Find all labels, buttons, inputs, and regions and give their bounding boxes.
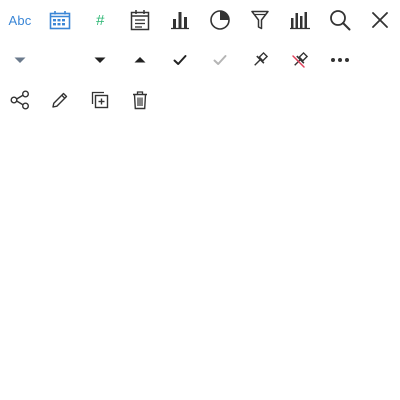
- delete-icon[interactable]: [120, 80, 160, 120]
- caret-up-icon[interactable]: [120, 40, 160, 80]
- share-icon[interactable]: [0, 80, 40, 120]
- close-icon[interactable]: [360, 0, 400, 40]
- edit-icon[interactable]: [40, 80, 80, 120]
- search-icon[interactable]: [320, 0, 360, 40]
- histogram-icon[interactable]: [280, 0, 320, 40]
- duplicate-icon[interactable]: [80, 80, 120, 120]
- text-type-label: Abc: [8, 12, 32, 28]
- icon-sheet: Abc #: [0, 0, 400, 120]
- number-type-label: #: [95, 11, 105, 29]
- caret-down-muted-icon[interactable]: [0, 40, 40, 80]
- checkmark-disabled-icon: [200, 40, 240, 80]
- date-type-icon[interactable]: [40, 0, 80, 40]
- unpin-icon[interactable]: [280, 40, 320, 80]
- number-type-icon[interactable]: #: [80, 0, 120, 40]
- text-type-icon[interactable]: Abc: [0, 0, 40, 40]
- pie-chart-icon[interactable]: [200, 0, 240, 40]
- caret-down-icon[interactable]: [80, 40, 120, 80]
- more-options-icon[interactable]: [320, 40, 360, 80]
- checkmark-icon[interactable]: [160, 40, 200, 80]
- bar-chart-icon[interactable]: [160, 0, 200, 40]
- calendar-icon[interactable]: [120, 0, 160, 40]
- pin-icon[interactable]: [240, 40, 280, 80]
- filter-icon[interactable]: [240, 0, 280, 40]
